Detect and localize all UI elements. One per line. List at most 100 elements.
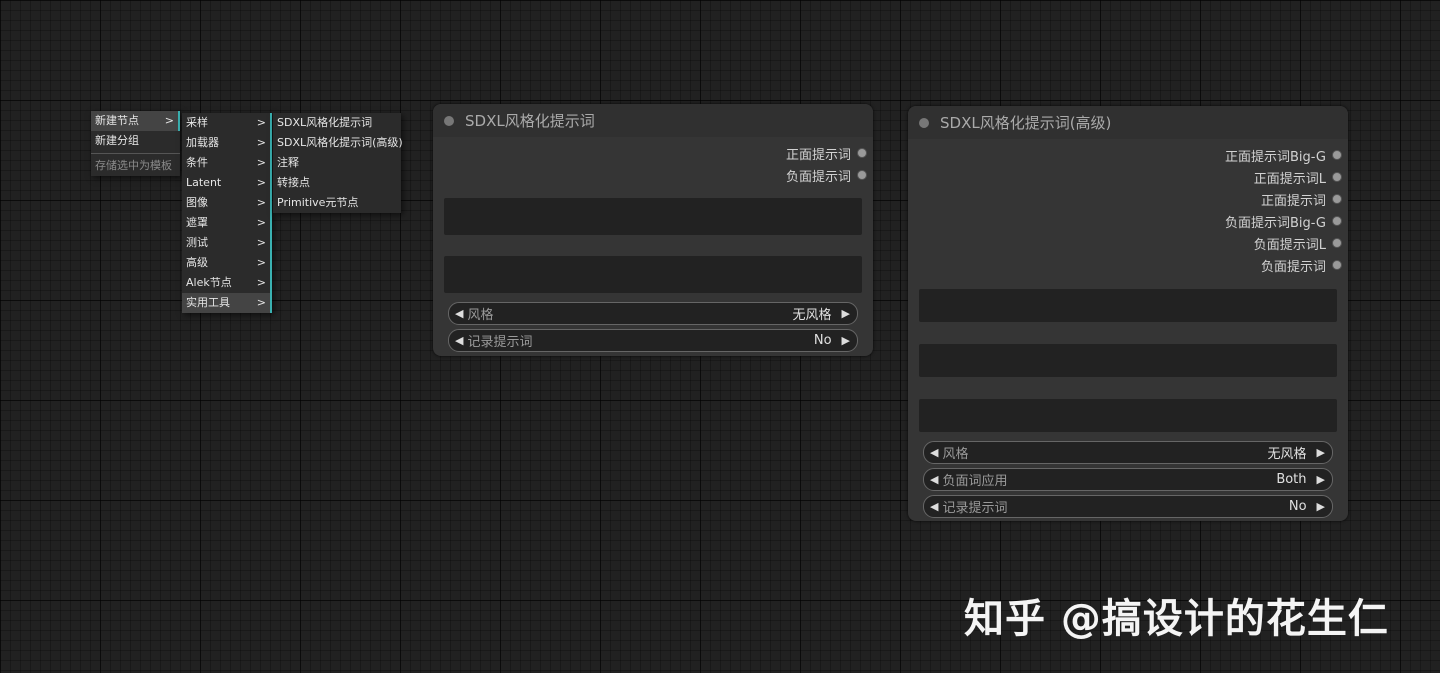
menu-item-primitive[interactable]: Primitive元节点: [273, 193, 401, 213]
output-slot-icon[interactable]: [1332, 260, 1342, 270]
menu-item-reroute[interactable]: 转接点: [273, 173, 401, 193]
node-title-bar[interactable]: SDXL风格化提示词: [433, 104, 873, 137]
menu-item-label: 采样: [186, 116, 208, 129]
decrement-arrow-icon[interactable]: ◀: [930, 473, 938, 486]
increment-arrow-icon[interactable]: ▶: [842, 334, 850, 347]
log-prompt-combo-widget[interactable]: ◀ 记录提示词 No ▶: [923, 495, 1333, 518]
menu-item-testing[interactable]: 测试 >: [182, 233, 272, 253]
output-label: 负面提示词L: [1253, 237, 1326, 253]
menu-item-label: SDXL风格化提示词: [277, 116, 373, 129]
output-label: 正面提示词: [1260, 193, 1326, 209]
menu-item-label: Primitive元节点: [277, 196, 359, 209]
output-slot-icon[interactable]: [857, 148, 867, 158]
menu-item-label: Latent: [186, 176, 222, 189]
menu-item-latent[interactable]: Latent >: [182, 173, 272, 193]
output-slot-icon[interactable]: [1332, 172, 1342, 182]
menu-item-alek-nodes[interactable]: Alek节点 >: [182, 273, 272, 293]
menu-item-mask[interactable]: 遮罩 >: [182, 213, 272, 233]
submenu-arrow-icon: >: [256, 156, 266, 169]
widget-label: 负面词应用: [942, 474, 1008, 489]
output-positive-prompt[interactable]: 正面提示词: [908, 188, 1348, 210]
collapse-dot-icon[interactable]: [444, 115, 454, 126]
widget-value: No: [813, 333, 832, 348]
increment-arrow-icon[interactable]: ▶: [1317, 500, 1325, 513]
positive-text-input[interactable]: [444, 198, 862, 235]
style-combo-widget[interactable]: ◀ 风格 无风格 ▶: [923, 441, 1333, 464]
menu-item-conditioning[interactable]: 条件 >: [182, 153, 272, 173]
output-slot-icon[interactable]: [1332, 216, 1342, 226]
widget-value: 无风格: [792, 308, 832, 323]
output-positive-prompt-big-g[interactable]: 正面提示词Big-G: [908, 144, 1348, 166]
decrement-arrow-icon[interactable]: ◀: [455, 334, 463, 347]
submenu-arrow-icon: >: [256, 276, 266, 289]
submenu-arrow-icon: >: [256, 256, 266, 269]
menu-item-note[interactable]: 注释: [273, 153, 401, 173]
output-positive-prompt-l[interactable]: 正面提示词L: [908, 166, 1348, 188]
output-slot-icon[interactable]: [1332, 150, 1342, 160]
context-menu: 新建节点 > 新建分组 存储选中为模板: [91, 111, 180, 176]
increment-arrow-icon[interactable]: ▶: [1317, 473, 1325, 486]
increment-arrow-icon[interactable]: ▶: [1317, 446, 1325, 459]
menu-item-sampling[interactable]: 采样 >: [182, 113, 272, 133]
node-title: SDXL风格化提示词(高级): [940, 114, 1112, 132]
negative-text-input[interactable]: [444, 256, 862, 293]
menu-item-label: 转接点: [277, 176, 310, 189]
output-label: 正面提示词L: [1253, 171, 1326, 187]
menu-item-utils[interactable]: 实用工具 >: [182, 293, 272, 313]
increment-arrow-icon[interactable]: ▶: [842, 307, 850, 320]
menu-item-image[interactable]: 图像 >: [182, 193, 272, 213]
menu-item-new-node[interactable]: 新建节点 >: [91, 111, 180, 131]
decrement-arrow-icon[interactable]: ◀: [455, 307, 463, 320]
output-positive-prompt[interactable]: 正面提示词: [433, 142, 873, 164]
output-slot-icon[interactable]: [857, 170, 867, 180]
text-l-input[interactable]: [919, 344, 1337, 377]
decrement-arrow-icon[interactable]: ◀: [930, 500, 938, 513]
menu-item-new-group[interactable]: 新建分组: [91, 131, 180, 151]
menu-divider: [91, 153, 180, 154]
style-combo-widget[interactable]: ◀ 风格 无风格 ▶: [448, 302, 858, 325]
node-graph-canvas[interactable]: 新建节点 > 新建分组 存储选中为模板 采样 > 加载器 > 条件 > Latent >…: [0, 0, 1440, 673]
widget-label: 记录提示词: [942, 501, 1008, 516]
menu-item-label: 条件: [186, 156, 208, 169]
menu-item-label: 遮罩: [186, 216, 208, 229]
menu-item-label: 注释: [277, 156, 299, 169]
log-prompt-combo-widget[interactable]: ◀ 记录提示词 No ▶: [448, 329, 858, 352]
node-title-bar[interactable]: SDXL风格化提示词(高级): [908, 106, 1348, 139]
widget-value: 无风格: [1267, 447, 1307, 462]
output-label: 负面提示词: [785, 169, 851, 185]
menu-item-label: 加载器: [186, 136, 219, 149]
sdxl-prompt-styler-node[interactable]: SDXL风格化提示词 正面提示词 负面提示词 ◀ 风格 无风格 ▶ ◀ 记录提示…: [433, 104, 873, 356]
submenu-arrow-icon: >: [256, 236, 266, 249]
output-negative-prompt-big-g[interactable]: 负面提示词Big-G: [908, 210, 1348, 232]
collapse-dot-icon[interactable]: [919, 117, 929, 128]
menu-item-advanced[interactable]: 高级 >: [182, 253, 272, 273]
negative-prompt-to-combo-widget[interactable]: ◀ 负面词应用 Both ▶: [923, 468, 1333, 491]
output-slot-icon[interactable]: [1332, 238, 1342, 248]
menu-item-save-as-template[interactable]: 存储选中为模板: [91, 156, 180, 176]
output-label: 负面提示词: [1260, 259, 1326, 275]
output-negative-prompt[interactable]: 负面提示词: [433, 164, 873, 186]
decrement-arrow-icon[interactable]: ◀: [930, 446, 938, 459]
output-negative-prompt[interactable]: 负面提示词: [908, 254, 1348, 276]
text-g-input[interactable]: [919, 289, 1337, 322]
menu-item-loaders[interactable]: 加载器 >: [182, 133, 272, 153]
submenu-arrow-icon: >: [256, 216, 266, 229]
utils-submenu: SDXL风格化提示词 SDXL风格化提示词(高级) 注释 转接点 Primiti…: [273, 113, 403, 213]
output-label: 正面提示词Big-G: [1224, 149, 1326, 165]
menu-item-label: 新建分组: [95, 134, 139, 147]
menu-item-label: Alek节点: [186, 276, 232, 289]
output-label: 正面提示词: [785, 147, 851, 163]
node-outputs: 正面提示词Big-G 正面提示词L 正面提示词 负面提示词Big-G 负面提示词…: [908, 139, 1348, 276]
sdxl-prompt-styler-advanced-node[interactable]: SDXL风格化提示词(高级) 正面提示词Big-G 正面提示词L 正面提示词 负…: [908, 106, 1348, 521]
node-outputs: 正面提示词 负面提示词: [433, 137, 873, 186]
node-title: SDXL风格化提示词: [465, 112, 595, 130]
menu-item-sdxl-prompt-styler[interactable]: SDXL风格化提示词: [273, 113, 401, 133]
node-category-submenu: 采样 > 加载器 > 条件 > Latent > 图像 > 遮罩 > 测试 > 高级 > Ale…: [182, 113, 272, 313]
negative-text-input[interactable]: [919, 399, 1337, 432]
submenu-arrow-icon: >: [256, 176, 266, 189]
output-negative-prompt-l[interactable]: 负面提示词L: [908, 232, 1348, 254]
widget-label: 记录提示词: [467, 335, 533, 350]
output-slot-icon[interactable]: [1332, 194, 1342, 204]
submenu-arrow-icon: >: [256, 116, 266, 129]
menu-item-sdxl-prompt-styler-advanced[interactable]: SDXL风格化提示词(高级): [273, 133, 403, 153]
